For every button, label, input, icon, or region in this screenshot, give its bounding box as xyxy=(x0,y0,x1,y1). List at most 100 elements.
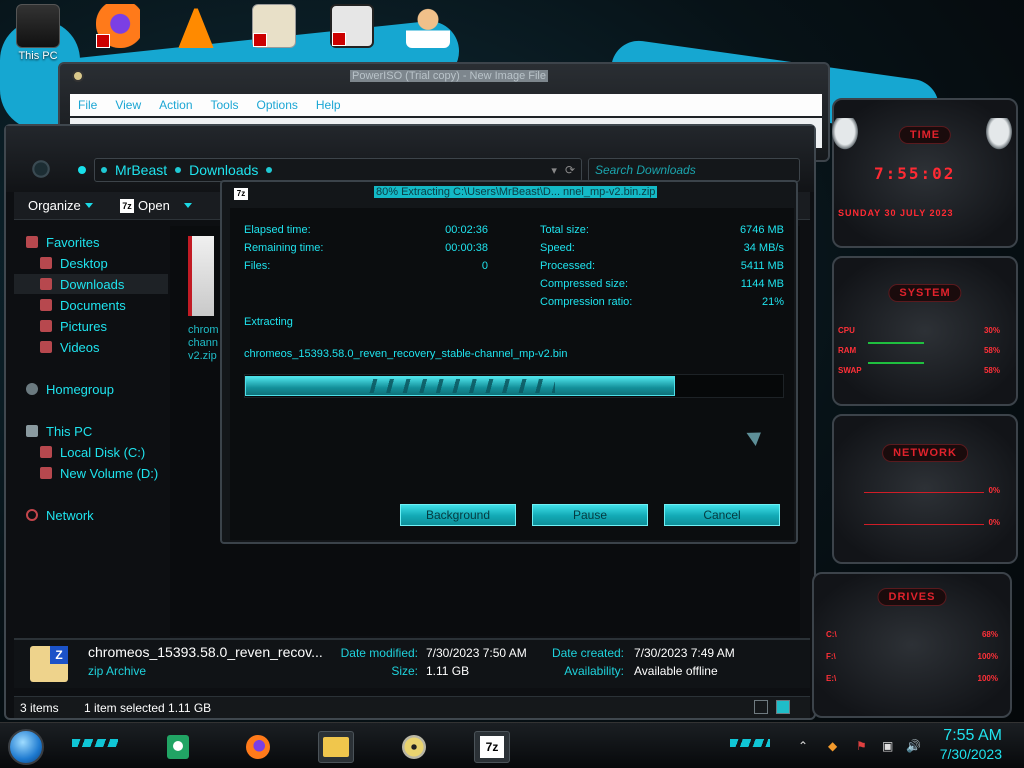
taskbar-file-explorer[interactable] xyxy=(318,731,354,763)
nav-local-disk-c[interactable]: Local Disk (C:) xyxy=(40,442,168,462)
nav-label: This PC xyxy=(46,423,93,439)
videos-icon xyxy=(40,341,52,353)
pictures-icon xyxy=(40,320,52,332)
nav-label: Desktop xyxy=(60,255,108,271)
hxd-desktop-icon[interactable] xyxy=(244,4,304,64)
dropdown-arrow-icon xyxy=(183,203,192,208)
taskbar-clock[interactable]: 7:55 AM 7/30/2023 xyxy=(940,727,1002,763)
breadcrumb-mrbeast[interactable]: MrBeast xyxy=(115,162,167,178)
nav-new-volume-d[interactable]: New Volume (D:) xyxy=(40,463,168,483)
network-tray-icon[interactable]: ▣ xyxy=(882,739,893,753)
poweriso-tray-icon[interactable]: ◆ xyxy=(828,739,837,753)
address-bar[interactable]: MrBeast Downloads ▾ ⟳ xyxy=(94,158,582,182)
compression-ratio-label: Compression ratio: xyxy=(540,296,633,308)
file-thumbnail[interactable] xyxy=(188,236,214,316)
firefox-icon xyxy=(246,735,270,759)
files-label: Files: xyxy=(244,260,271,272)
menu-tools[interactable]: Tools xyxy=(211,98,239,112)
hxd-icon xyxy=(252,4,296,48)
remaining-value: 00:00:38 xyxy=(445,242,488,254)
back-button[interactable] xyxy=(78,166,86,174)
swap-value: 58% xyxy=(983,366,1000,375)
zip-archive-icon: Z xyxy=(30,646,68,682)
taskbar-google-sheets[interactable] xyxy=(160,731,196,763)
menu-action[interactable]: Action xyxy=(159,98,192,112)
poweriso-disc-icon xyxy=(402,735,426,759)
search-input[interactable]: Search Downloads xyxy=(588,158,800,182)
status-item-count: 3 items xyxy=(20,701,59,715)
desktop-icon-label: This PC xyxy=(18,50,58,62)
7zip-icon: 7z xyxy=(234,188,248,200)
pause-button[interactable]: Pause xyxy=(532,504,648,526)
firefox-desktop-icon[interactable] xyxy=(88,4,148,64)
nav-documents[interactable]: Documents xyxy=(40,295,168,315)
computer-icon xyxy=(26,425,38,437)
nav-label: Favorites xyxy=(46,234,100,250)
volume-icon[interactable]: 🔊 xyxy=(906,739,921,753)
this-pc-desktop-icon[interactable]: This PC xyxy=(8,4,68,64)
nav-pictures[interactable]: Pictures xyxy=(40,316,168,336)
refresh-icon[interactable]: ⟳ xyxy=(565,163,575,177)
poweriso-app-icon[interactable] xyxy=(72,70,84,82)
large-icons-view-icon[interactable] xyxy=(776,700,790,714)
time-gadget-time: 7:55:02 xyxy=(874,164,956,183)
taskbar-firefox[interactable] xyxy=(240,731,276,763)
chevron-down-icon[interactable]: ▾ xyxy=(551,164,557,177)
breadcrumb-separator-icon xyxy=(101,167,107,173)
flag-icon[interactable]: ⚑ xyxy=(856,739,867,753)
menu-options[interactable]: Options xyxy=(257,98,298,112)
drive-icon xyxy=(40,446,52,458)
dropdown-arrow-icon xyxy=(84,203,93,208)
network-icon xyxy=(26,509,38,521)
open-button[interactable]: 7z Open xyxy=(120,198,192,213)
taskbar-7zip[interactable]: 7z xyxy=(474,731,510,763)
menu-help[interactable]: Help xyxy=(316,98,341,112)
taskbar-accent xyxy=(730,739,770,747)
app-desktop-icon[interactable] xyxy=(322,4,382,64)
extract-progress-bar xyxy=(244,374,784,398)
cancel-button[interactable]: Cancel xyxy=(664,504,780,526)
show-hidden-icons-icon[interactable]: ⌃ xyxy=(798,739,808,753)
processed-label: Processed: xyxy=(540,260,596,272)
nav-network[interactable]: Network xyxy=(26,505,180,525)
net-in-value: 0% xyxy=(988,486,1000,495)
doctor-desktop-icon[interactable] xyxy=(398,4,458,64)
speed-label: Speed: xyxy=(540,242,575,254)
nav-label: Videos xyxy=(60,339,100,355)
nav-label: Pictures xyxy=(60,318,107,334)
system-gadget: SYSTEM CPU 30% RAM 58% SWAP 58% xyxy=(832,256,1018,406)
alien-logo-icon xyxy=(984,118,1014,152)
total-size-label: Total size: xyxy=(540,224,589,236)
shortcut-overlay-icon xyxy=(96,34,110,48)
extract-dialog[interactable]: 7z 80% Extracting C:\Users\MrBeast\D... … xyxy=(220,180,798,544)
nav-label: Downloads xyxy=(60,276,125,292)
processed-value: 5411 MB xyxy=(740,260,784,272)
menu-view[interactable]: View xyxy=(115,98,141,112)
nav-videos[interactable]: Videos xyxy=(40,337,168,357)
breadcrumb-downloads[interactable]: Downloads xyxy=(189,162,258,178)
nav-this-pc[interactable]: This PC xyxy=(26,421,180,441)
size-value: 1.11 GB xyxy=(426,664,470,678)
mouse-cursor-icon xyxy=(746,426,766,446)
nav-label: New Volume (D:) xyxy=(60,465,159,481)
background-button[interactable]: Background xyxy=(400,504,516,526)
dialog-body: Elapsed time: 00:02:36 Remaining time: 0… xyxy=(230,208,794,540)
file-name-peek: chromeos_15393.58.0_reven_recovery_stabl… xyxy=(188,324,218,362)
ram-value: 58% xyxy=(983,346,1000,355)
taskbar-time: 7:55 AM xyxy=(943,727,1002,744)
menu-file[interactable]: File xyxy=(78,98,97,112)
star-icon xyxy=(26,236,38,248)
nav-favorites[interactable]: Favorites xyxy=(26,232,180,252)
vlc-desktop-icon[interactable] xyxy=(166,4,226,64)
drive-e-label: E:\ xyxy=(826,674,837,683)
doctor-icon xyxy=(406,4,450,48)
system-gadget-title: SYSTEM xyxy=(888,284,962,302)
details-view-icon[interactable] xyxy=(754,700,768,714)
nav-homegroup[interactable]: Homegroup xyxy=(26,379,180,399)
nav-downloads[interactable]: Downloads xyxy=(14,274,168,294)
nav-desktop[interactable]: Desktop xyxy=(40,253,168,273)
drive-f-label: F:\ xyxy=(826,652,836,661)
start-button[interactable] xyxy=(8,729,44,765)
taskbar-poweriso[interactable] xyxy=(396,731,432,763)
organize-button[interactable]: Organize xyxy=(28,198,93,213)
